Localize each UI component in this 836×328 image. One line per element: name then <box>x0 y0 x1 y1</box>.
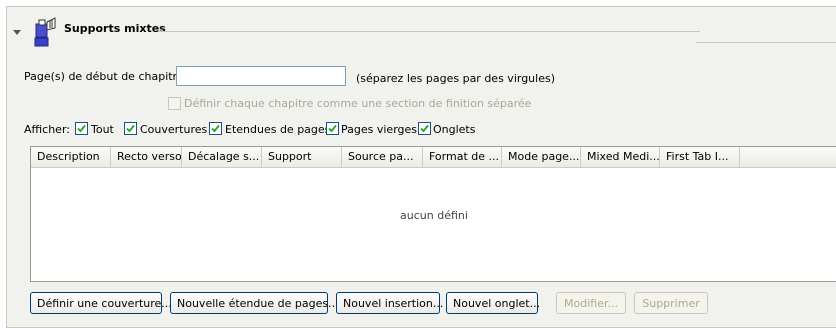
checkmark-icon <box>126 124 135 133</box>
column-header-shift[interactable]: Décalage s... <box>182 147 262 167</box>
new-page-range-button[interactable]: Nouvelle étendue de pages... <box>170 292 339 314</box>
checkmark-icon <box>420 124 429 133</box>
show-covers-label: Couvertures <box>140 123 208 136</box>
document-media-icon <box>34 17 56 47</box>
chapter-start-input[interactable] <box>176 66 346 86</box>
section-title: Supports mixtes <box>64 22 166 35</box>
checkmark-icon <box>211 124 220 133</box>
column-header-mixed-media[interactable]: Mixed Medi... <box>581 147 660 167</box>
new-insert-button[interactable]: Nouvel insertion... <box>336 292 443 314</box>
show-covers-checkbox[interactable] <box>124 122 137 135</box>
collapse-arrow-icon[interactable] <box>13 30 21 35</box>
delete-button[interactable]: Supprimer <box>634 292 708 314</box>
finishing-section-label: Définir chaque chapitre comme une sectio… <box>184 97 532 110</box>
define-cover-button[interactable]: Définir une couverture... <box>30 292 172 314</box>
checkmark-icon <box>77 124 86 133</box>
title-divider-end <box>696 42 836 43</box>
new-tab-button[interactable]: Nouvel onglet... <box>446 292 540 314</box>
finishing-section-checkbox[interactable] <box>168 97 181 110</box>
show-blank-pages-label: Pages vierges <box>341 123 418 136</box>
show-page-ranges-label: Etendues de pages <box>225 123 331 136</box>
column-header-paper-source[interactable]: Source pa... <box>342 147 423 167</box>
table-header: Description Recto verso Décalage s... Su… <box>31 147 836 168</box>
show-tabs-checkbox[interactable] <box>418 122 431 135</box>
chapter-start-label: Page(s) de début de chapitre: <box>24 70 188 83</box>
title-divider <box>160 31 700 32</box>
modify-button[interactable]: Modifier... <box>556 292 626 314</box>
show-tabs-label: Onglets <box>433 123 476 136</box>
column-header-page-mode[interactable]: Mode page... <box>502 147 581 167</box>
column-header-media[interactable]: Support <box>262 147 342 167</box>
show-all-checkbox[interactable] <box>75 122 88 135</box>
column-header-format[interactable]: Format de ... <box>423 147 502 167</box>
show-page-ranges-checkbox[interactable] <box>209 122 222 135</box>
empty-table-message: aucun défini <box>400 209 468 222</box>
mixed-media-table[interactable]: Description Recto verso Décalage s... Su… <box>30 146 836 282</box>
column-header-duplex[interactable]: Recto verso <box>111 147 182 167</box>
chapter-hint: (séparez les pages par des virgules) <box>356 72 555 85</box>
show-blank-pages-checkbox[interactable] <box>326 122 339 135</box>
checkmark-icon <box>328 124 337 133</box>
show-label: Afficher: <box>24 123 70 136</box>
column-header-description[interactable]: Description <box>31 147 111 167</box>
column-header-first-tab[interactable]: First Tab I... <box>660 147 740 167</box>
show-all-label: Tout <box>91 123 114 136</box>
